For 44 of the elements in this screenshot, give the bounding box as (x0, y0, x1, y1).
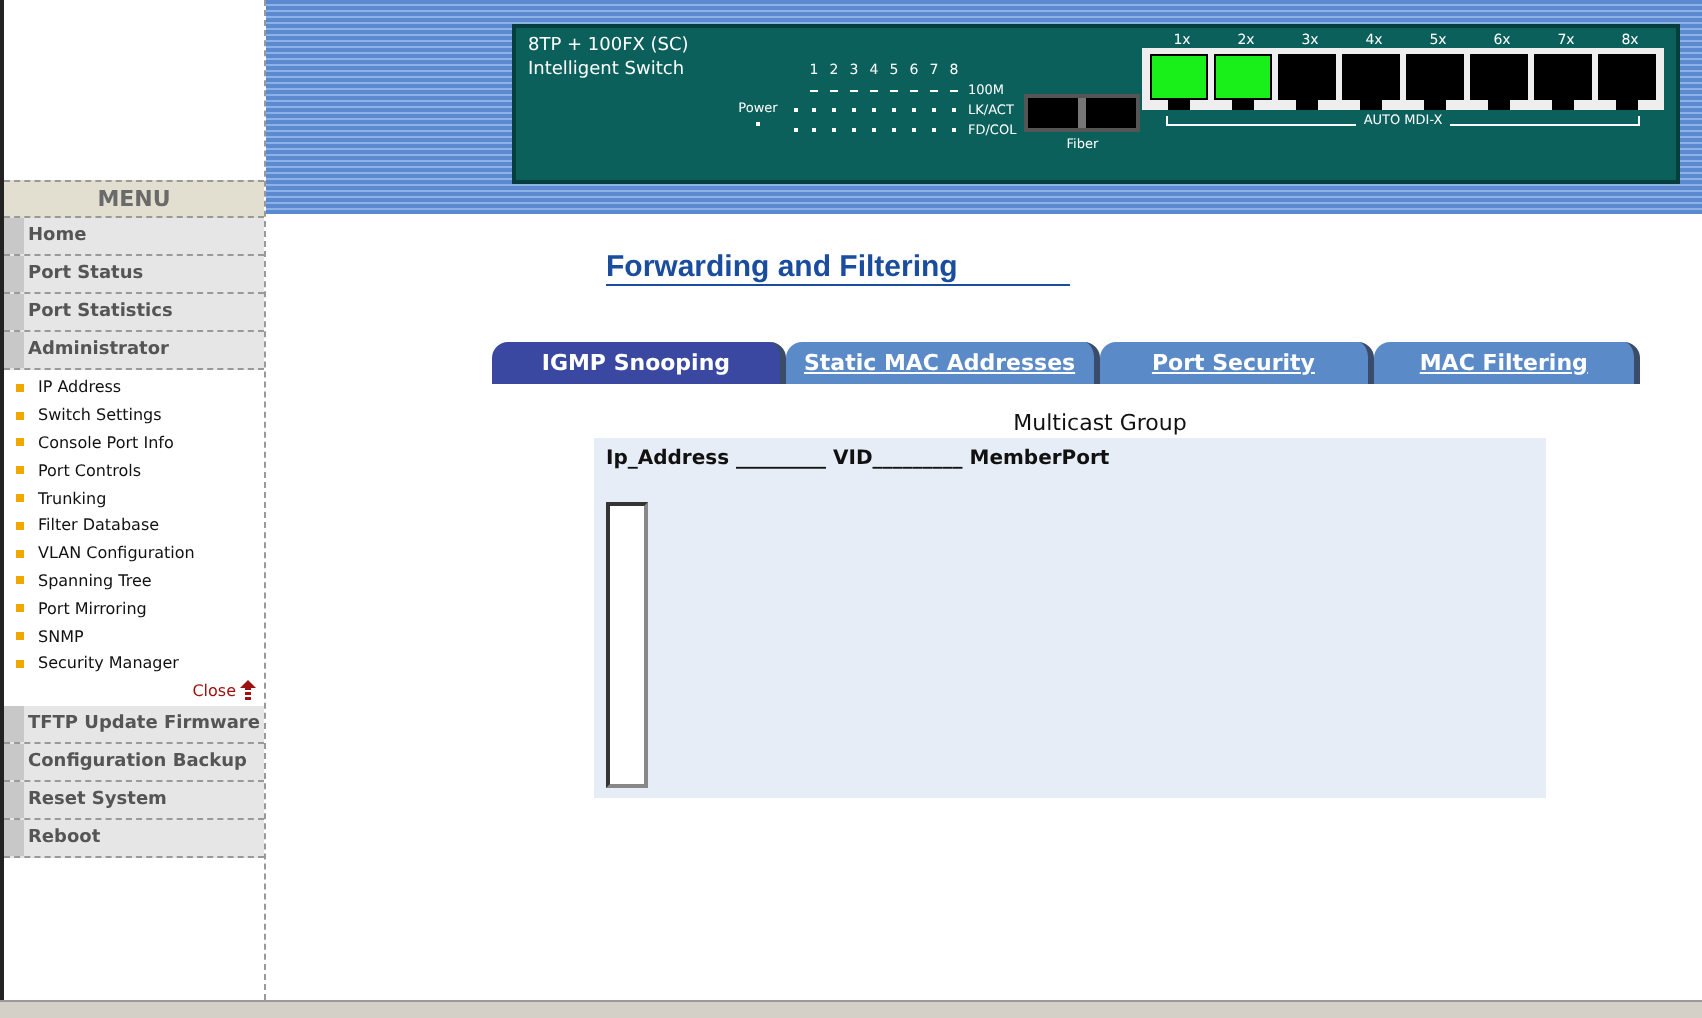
bullet-icon (16, 521, 24, 530)
bullet-icon (16, 494, 24, 503)
fiber-port-icon (1024, 94, 1141, 132)
submenu-link[interactable]: Trunking (38, 489, 107, 508)
submenu-link[interactable]: Filter Database (38, 516, 160, 535)
submenu-link[interactable]: VLAN Configuration (38, 544, 195, 563)
tab[interactable]: Static MAC Addresses (785, 342, 1100, 384)
bullet-icon (16, 576, 24, 585)
submenu-link[interactable]: Console Port Info (38, 433, 174, 452)
submenu-link[interactable]: IP Address (38, 378, 122, 397)
bullet-icon (16, 549, 24, 558)
bullet-icon (16, 466, 24, 475)
table-header: Ip_Address _________ VID_________ MemberPort (606, 448, 1112, 470)
model-label: 8TP + 100FX (SC) (528, 34, 691, 58)
bullet-icon (16, 438, 24, 447)
tab[interactable]: Port Security (1099, 342, 1374, 384)
bullet-icon (16, 659, 24, 668)
group-title: Multicast Group (1011, 410, 1189, 436)
submenu-link[interactable]: Port Mirroring (38, 599, 147, 618)
bullet-icon (16, 383, 24, 392)
bullet-icon (16, 632, 24, 641)
submenu-link[interactable]: Switch Settings (38, 406, 162, 425)
close-link[interactable]: Close (192, 682, 236, 701)
menu-item[interactable]: Administrator (4, 332, 264, 370)
menu-item[interactable]: TFTP Update Firmware (4, 705, 264, 744)
up-arrow-icon (240, 680, 256, 703)
submenu-link[interactable]: Security Manager (38, 654, 179, 673)
menu-item[interactable]: Port Status (4, 256, 264, 294)
menu-item[interactable]: Reboot (4, 819, 264, 858)
submenu-link[interactable]: SNMP (38, 627, 84, 646)
page-title: Forwarding and Filtering (606, 250, 1070, 286)
bullet-icon (16, 411, 24, 420)
menu-title: MENU (4, 180, 264, 218)
submenu-link[interactable]: Spanning Tree (38, 571, 152, 590)
menu-item[interactable]: Configuration Backup (4, 743, 264, 782)
menu-item[interactable]: Reset System (4, 781, 264, 820)
submenu-link[interactable]: Port Controls (38, 461, 141, 480)
tab[interactable]: IGMP Snooping (492, 342, 786, 384)
tab[interactable]: MAC Filtering (1373, 342, 1640, 384)
bullet-icon (16, 604, 24, 613)
menu-item[interactable]: Home (4, 218, 264, 256)
device-name: Intelligent Switch (528, 58, 687, 82)
menu-item[interactable]: Port Statistics (4, 294, 264, 332)
list-box[interactable] (606, 502, 648, 788)
